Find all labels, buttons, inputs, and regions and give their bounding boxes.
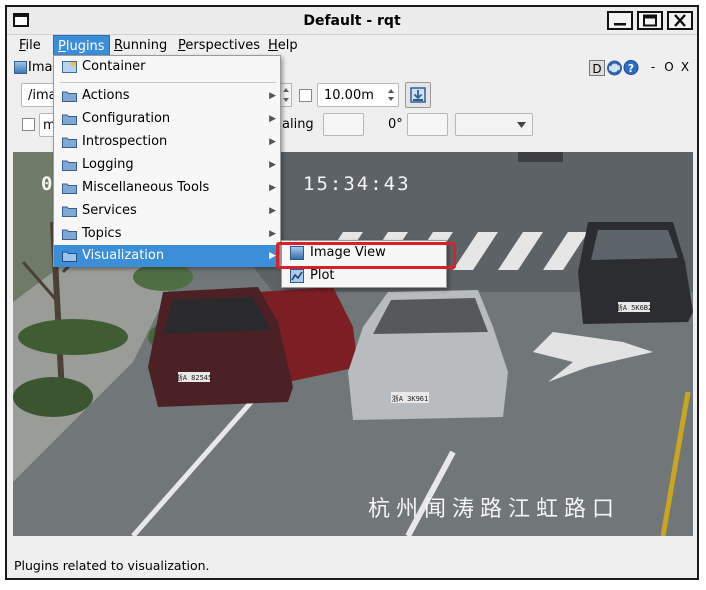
submenu-arrow-icon: ▶ xyxy=(269,137,276,147)
save-image-icon xyxy=(410,87,426,103)
menu-running-label: unning xyxy=(122,38,168,53)
menu-plugins[interactable]: Plugins xyxy=(53,35,110,56)
minimize-button[interactable] xyxy=(607,11,633,30)
close-button[interactable] xyxy=(667,11,693,30)
menu-item-introspection[interactable]: Introspection ▶ xyxy=(54,131,280,153)
dock-float-button[interactable]: O xyxy=(663,59,675,75)
menu-item-label: Container xyxy=(82,59,146,74)
dock-close-button[interactable]: X xyxy=(679,59,691,75)
menu-help[interactable]: Help xyxy=(264,35,302,56)
timestamp-overlay: 15:34:43 xyxy=(303,173,411,195)
colormap-combo[interactable] xyxy=(455,113,533,136)
menu-item-configuration[interactable]: Configuration ▶ xyxy=(54,108,280,130)
folder-icon xyxy=(62,91,77,102)
menu-item-label: Visualization xyxy=(82,248,165,263)
image-view-tab-icon xyxy=(14,61,27,74)
title-bar[interactable]: Default - rqt xyxy=(7,7,697,35)
interval-spin-left[interactable] xyxy=(280,83,292,107)
menu-item-label: Services xyxy=(82,203,137,218)
menu-item-label: Configuration xyxy=(82,111,171,126)
plot-icon xyxy=(290,269,304,283)
maximize-button[interactable] xyxy=(637,11,663,30)
menu-item-label: Topics xyxy=(82,226,122,241)
chevron-down-icon xyxy=(517,122,526,128)
window-title: Default - rqt xyxy=(303,13,401,29)
close-icon xyxy=(674,14,686,27)
menu-bar: File Plugins Running Perspectives Help xyxy=(7,35,697,56)
reload-icon[interactable] xyxy=(606,59,623,77)
dock-help-button[interactable]: D xyxy=(589,60,605,76)
menu-item-logging[interactable]: Logging ▶ xyxy=(54,154,280,176)
menu-item-actions[interactable]: Actions ▶ xyxy=(54,85,280,107)
folder-icon xyxy=(62,183,77,194)
menu-item-services[interactable]: Services ▶ xyxy=(54,200,280,222)
folder-icon xyxy=(62,114,77,125)
menu-plugins-mnemonic: P xyxy=(58,39,66,54)
menu-item-miscellaneous-tools[interactable]: Miscellaneous Tools ▶ xyxy=(54,177,280,199)
submenu-arrow-icon: ▶ xyxy=(269,229,276,239)
interval-spin-icon[interactable] xyxy=(386,85,396,105)
scaling-label: aling xyxy=(282,117,314,132)
menu-plugins-label: lugins xyxy=(65,39,105,54)
menu-item-label: Introspection xyxy=(82,134,168,149)
container-icon xyxy=(62,61,77,73)
folder-icon xyxy=(62,229,77,240)
spin-arrows-icon xyxy=(283,88,289,102)
menu-separator xyxy=(60,82,276,83)
rotation-field[interactable] xyxy=(407,113,448,136)
submenu-arrow-icon: ▶ xyxy=(269,183,276,193)
menu-perspectives-label: erspectives xyxy=(185,38,261,53)
interval-field[interactable]: 10.00m xyxy=(317,83,399,107)
menu-help-mnemonic: H xyxy=(268,38,278,53)
submenu-arrow-icon: ▶ xyxy=(269,91,276,101)
svg-text:0: 0 xyxy=(41,173,52,195)
menu-item-label: Miscellaneous Tools xyxy=(82,180,210,195)
folder-icon xyxy=(62,137,77,148)
menu-file[interactable]: File xyxy=(15,35,45,56)
minimize-icon xyxy=(614,23,626,26)
submenu-arrow-icon: ▶ xyxy=(269,114,276,124)
menu-file-label: ile xyxy=(25,38,41,53)
plugins-menu: Container Actions ▶ Configuration ▶ Intr… xyxy=(53,55,281,267)
menu-running[interactable]: Running xyxy=(110,35,171,56)
menu-item-visualization[interactable]: Visualization ▶ xyxy=(54,245,280,267)
status-bar: Plugins related to visualization. xyxy=(7,553,697,578)
menu-perspectives[interactable]: Perspectives xyxy=(174,35,264,56)
rotation-label: 0° xyxy=(388,117,403,132)
dock-minimize-button[interactable]: - xyxy=(647,59,659,75)
help-icon[interactable]: ? xyxy=(623,59,639,76)
rqt-window: Default - rqt File Plugins Running Persp… xyxy=(5,5,699,580)
highlight-annotation xyxy=(276,242,456,269)
menu-item-label: Actions xyxy=(82,88,130,103)
plate-center: 浙A 3K961 xyxy=(392,394,429,403)
svg-text:?: ? xyxy=(628,62,634,75)
auto-update-checkbox[interactable] xyxy=(299,89,312,102)
menu-item-label: Logging xyxy=(82,157,134,172)
smooth-scaling-field[interactable] xyxy=(323,113,364,136)
plate-left: 浙A 82545 xyxy=(176,373,213,382)
plate-right: 浙A 5K6B2 xyxy=(616,303,653,312)
submenu-arrow-icon: ▶ xyxy=(269,251,276,261)
submenu-arrow-icon: ▶ xyxy=(269,160,276,170)
mouse-publish-checkbox[interactable] xyxy=(22,118,35,131)
folder-icon xyxy=(62,251,77,262)
submenu-arrow-icon: ▶ xyxy=(269,206,276,216)
location-overlay: 杭州闻涛路江虹路口 xyxy=(368,497,620,522)
interval-value: 10.00m xyxy=(324,88,374,103)
maximize-icon xyxy=(643,14,657,27)
menu-help-label: elp xyxy=(277,38,298,53)
menu-item-topics[interactable]: Topics ▶ xyxy=(54,223,280,245)
save-image-button[interactable] xyxy=(405,82,431,108)
folder-icon xyxy=(62,160,77,171)
menu-item-container[interactable]: Container xyxy=(54,56,280,78)
folder-icon xyxy=(62,206,77,217)
